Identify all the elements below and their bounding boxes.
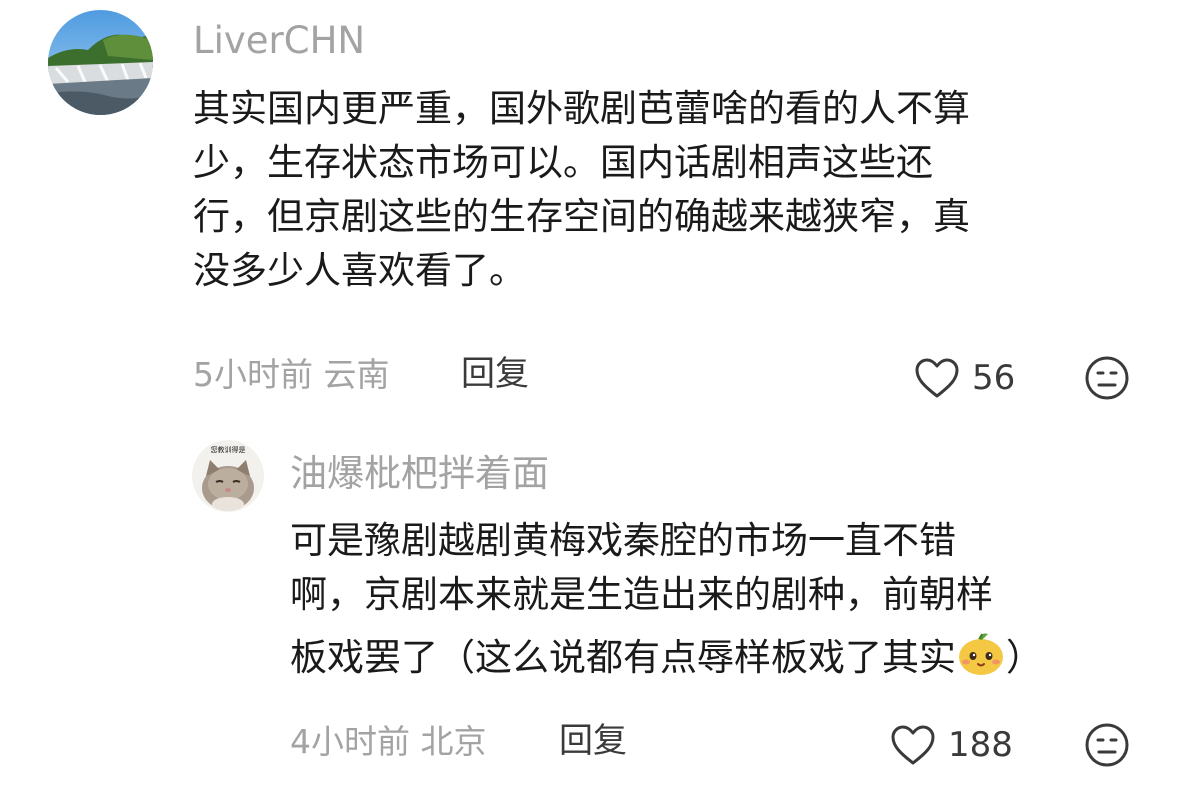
heart-icon[interactable] [914, 357, 960, 399]
reply-button[interactable]: 回复 [559, 724, 627, 758]
like-count: 188 [948, 725, 1013, 765]
comment-time-location: 4小时前 北京 [290, 722, 487, 761]
waterfall-landscape-avatar-icon [48, 10, 153, 115]
shy-fruit-emoji-icon [959, 633, 1003, 675]
comment-text-line: 行，但京剧这些的生存空间的确越来越狭窄，真 [193, 195, 970, 238]
comment-body: 其实国内更严重，国外歌剧芭蕾啥的看的人不算 少，生存状态市场可以。国内话剧相声这… [193, 90, 970, 306]
comment-text-line: 啊，京剧本来就是生造出来的剧种，前朝样 [290, 573, 993, 616]
comment-text-segment: ） [1006, 636, 1043, 679]
comment-thread: LiverCHN 其实国内更严重，国外歌剧芭蕾啥的看的人不算 少，生存状态市场可… [0, 0, 1179, 787]
avatar[interactable]: 您教训得是 [192, 440, 264, 512]
dislike-face-icon[interactable] [1084, 722, 1130, 768]
comment-text-line: 其实国内更严重，国外歌剧芭蕾啥的看的人不算 [193, 87, 970, 130]
dislike-face-icon[interactable] [1084, 355, 1130, 401]
comment-text-line: 板戏罢了（这么说都有点辱样板戏了其实 ） [290, 630, 1043, 684]
reply-button[interactable]: 回复 [461, 357, 529, 391]
cat-avatar-icon: 您教训得是 [192, 440, 264, 512]
avatar[interactable] [48, 10, 153, 115]
comment-text-line: 没多少人喜欢看了。 [193, 249, 526, 292]
heart-icon[interactable] [890, 724, 936, 766]
comment-username[interactable]: 油爆枇杷拌着面 [290, 455, 549, 492]
comment-time-location: 5小时前 云南 [193, 355, 390, 394]
avatar-caption: 您教训得是 [211, 445, 246, 454]
comment-text-segment: 板戏罢了（这么说都有点辱样板戏了其实 [290, 636, 956, 679]
like-count: 56 [972, 358, 1016, 398]
comment-body: 可是豫剧越剧黄梅戏秦腔的市场一直不错 啊，京剧本来就是生造出来的剧种，前朝样 板… [290, 522, 1043, 684]
comment-username[interactable]: LiverCHN [193, 22, 365, 59]
comment-text-line: 少，生存状态市场可以。国内话剧相声这些还 [193, 141, 933, 184]
comment-text-line: 可是豫剧越剧黄梅戏秦腔的市场一直不错 [290, 519, 956, 562]
